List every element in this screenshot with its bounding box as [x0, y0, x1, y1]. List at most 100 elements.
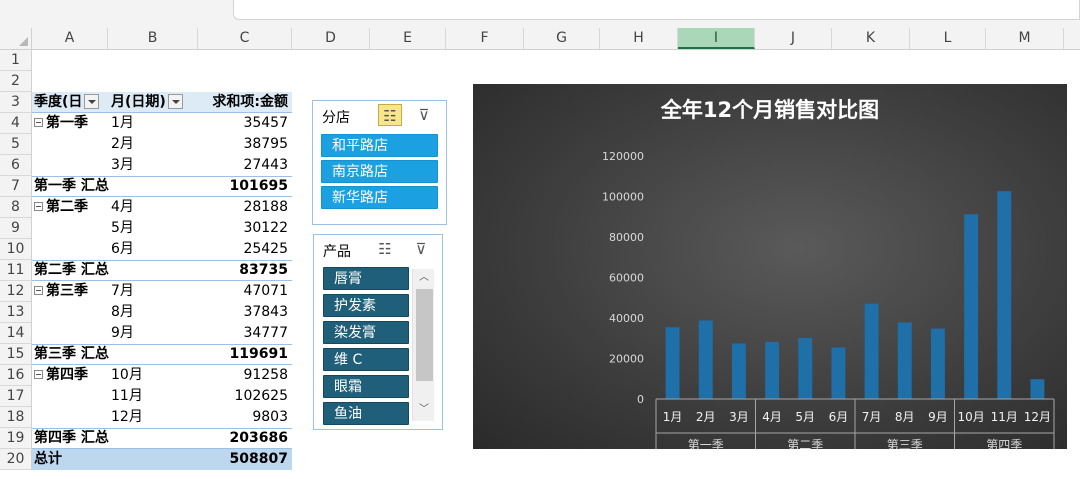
pivot-month-value: 37843 [243, 304, 288, 320]
column-header-g[interactable]: G [524, 28, 600, 49]
slicer-product-item[interactable]: 染发膏 [323, 321, 409, 344]
row-header-4[interactable]: 4 [0, 113, 32, 134]
row-header-12[interactable]: 12 [0, 281, 32, 302]
pivot-month-value: 102625 [234, 388, 288, 404]
pivot-subtotal-value: 119691 [229, 346, 288, 362]
scroll-down-icon[interactable]: ﹀ [415, 401, 433, 419]
collapse-icon[interactable] [34, 285, 43, 295]
row-header-2[interactable]: 2 [0, 71, 32, 92]
slicer-branch-item[interactable]: 和平路店 [321, 134, 438, 157]
slicer-branch[interactable]: 分店 ☷ ⊽ 和平路店 南京路店 新华路店 [312, 100, 447, 225]
row-header-15[interactable]: 15 [0, 344, 32, 365]
row-header-13[interactable]: 13 [0, 302, 32, 323]
x-axis-group-label: 第一季 [688, 438, 724, 449]
x-axis-category-label: 11月 [991, 410, 1018, 424]
scroll-thumb[interactable] [416, 289, 433, 381]
pivot-subtotal-value: 203686 [229, 430, 288, 446]
x-axis-group-label: 第二季 [787, 438, 823, 449]
row-header-3[interactable]: 3 [0, 92, 32, 113]
row-header-18[interactable]: 18 [0, 407, 32, 428]
formula-input[interactable] [233, 0, 1080, 20]
row-header-16[interactable]: 16 [0, 365, 32, 386]
row-header-8[interactable]: 8 [0, 197, 32, 218]
row-header-20[interactable]: 20 [0, 449, 32, 470]
slicer-product-item[interactable]: 护发素 [323, 294, 409, 317]
column-header-i[interactable]: I [678, 28, 755, 49]
row-header-6[interactable]: 6 [0, 155, 32, 176]
row-header-11[interactable]: 11 [0, 260, 32, 281]
collapse-icon[interactable] [34, 117, 43, 127]
x-axis-group-label: 第四季 [986, 438, 1022, 449]
bar-5月 [798, 338, 813, 399]
slicer-product[interactable]: 产品 ☷ ⊽ 唇膏护发素染发膏维 C 眼霜鱼油 ︿ ﹀ [313, 234, 443, 430]
pivot-quarter-text: 第一季 [46, 115, 88, 131]
slicer-product-item[interactable]: 鱼油 [323, 402, 409, 425]
column-header-c[interactable]: C [198, 28, 292, 49]
pivot-month-value: 91258 [243, 367, 288, 383]
row-header-7[interactable]: 7 [0, 176, 32, 197]
column-header-f[interactable]: F [446, 28, 524, 49]
pivot-month-label: 11月 [111, 388, 143, 404]
collapse-icon[interactable] [34, 369, 43, 379]
pivot-month-value: 28188 [243, 199, 288, 215]
x-axis-category-label: 1月 [663, 410, 683, 424]
month-filter-dropdown-icon[interactable] [167, 93, 183, 109]
pivot-month-label: 9月 [111, 325, 134, 341]
row-header-17[interactable]: 17 [0, 386, 32, 407]
pivot-quarter-text: 第二季 [46, 199, 88, 215]
row-header-19[interactable]: 19 [0, 428, 32, 449]
bar-7月 [864, 303, 879, 399]
column-header-j[interactable]: J [755, 28, 832, 49]
slicer-product-item[interactable]: 维 C [323, 348, 409, 371]
pivot-subtotal-value: 101695 [229, 178, 288, 194]
row-header-9[interactable]: 9 [0, 218, 32, 239]
x-axis-group-label: 第三季 [887, 438, 923, 449]
clear-filter-icon[interactable]: ⊽ [412, 104, 436, 126]
bar-10月 [964, 214, 979, 399]
y-axis-tick-label: 40000 [609, 312, 644, 325]
bar-9月 [930, 328, 945, 399]
slicer-scrollbar[interactable]: ︿ ﹀ [412, 269, 434, 421]
slicer-product-title: 产品 [323, 244, 351, 260]
pivot-subtotal-label: 第三季 汇总 [34, 346, 109, 362]
y-axis-tick-label: 120000 [602, 150, 644, 163]
scroll-up-icon[interactable]: ︿ [415, 269, 433, 287]
column-header-a[interactable]: A [32, 28, 108, 49]
sales-chart[interactable]: 全年12个月销售对比图 0 20000 40000 60000 80000 100000 1… [473, 84, 1067, 449]
bar-6月 [831, 347, 846, 399]
row-header-5[interactable]: 5 [0, 134, 32, 155]
multi-select-icon[interactable]: ☷ [373, 238, 397, 260]
pivot-month-label: 2月 [111, 136, 134, 152]
x-axis-category-label: 9月 [928, 410, 948, 424]
row-header-10[interactable]: 10 [0, 239, 32, 260]
quarter-filter-dropdown-icon[interactable] [84, 93, 100, 109]
bar-12月 [1030, 379, 1045, 399]
pivot-month-label: 4月 [111, 199, 134, 215]
pivot-month-value: 9803 [252, 409, 288, 425]
pivot-subtotal-value: 83735 [239, 262, 288, 278]
multi-select-icon[interactable]: ☷ [378, 104, 402, 126]
column-header-b[interactable]: B [108, 28, 198, 49]
slicer-branch-item[interactable]: 南京路店 [321, 160, 438, 183]
column-header-e[interactable]: E [370, 28, 446, 49]
bar-2月 [698, 320, 713, 399]
row-header-14[interactable]: 14 [0, 323, 32, 344]
row-header-1[interactable]: 1 [0, 50, 32, 71]
column-header-l[interactable]: L [910, 28, 986, 49]
column-header-k[interactable]: K [832, 28, 910, 49]
slicer-product-item[interactable]: 眼霜 [323, 375, 409, 398]
slicer-branch-item[interactable]: 新华路店 [321, 186, 438, 209]
collapse-icon[interactable] [34, 201, 43, 211]
x-axis-category-label: 8月 [895, 410, 915, 424]
slicer-product-item[interactable]: 唇膏 [323, 267, 409, 290]
pivot-month-label: 5月 [111, 220, 134, 236]
pivot-month-value: 30122 [243, 220, 288, 236]
clear-filter-icon[interactable]: ⊽ [409, 238, 433, 260]
pivot-subtotal-label: 第一季 汇总 [34, 178, 109, 194]
select-all-button[interactable] [0, 28, 32, 49]
column-header-h[interactable]: H [600, 28, 678, 49]
pivot-month-label: 10月 [111, 367, 143, 383]
pivot-month-value: 27443 [243, 157, 288, 173]
column-header-d[interactable]: D [292, 28, 370, 49]
column-header-m[interactable]: M [986, 28, 1064, 49]
